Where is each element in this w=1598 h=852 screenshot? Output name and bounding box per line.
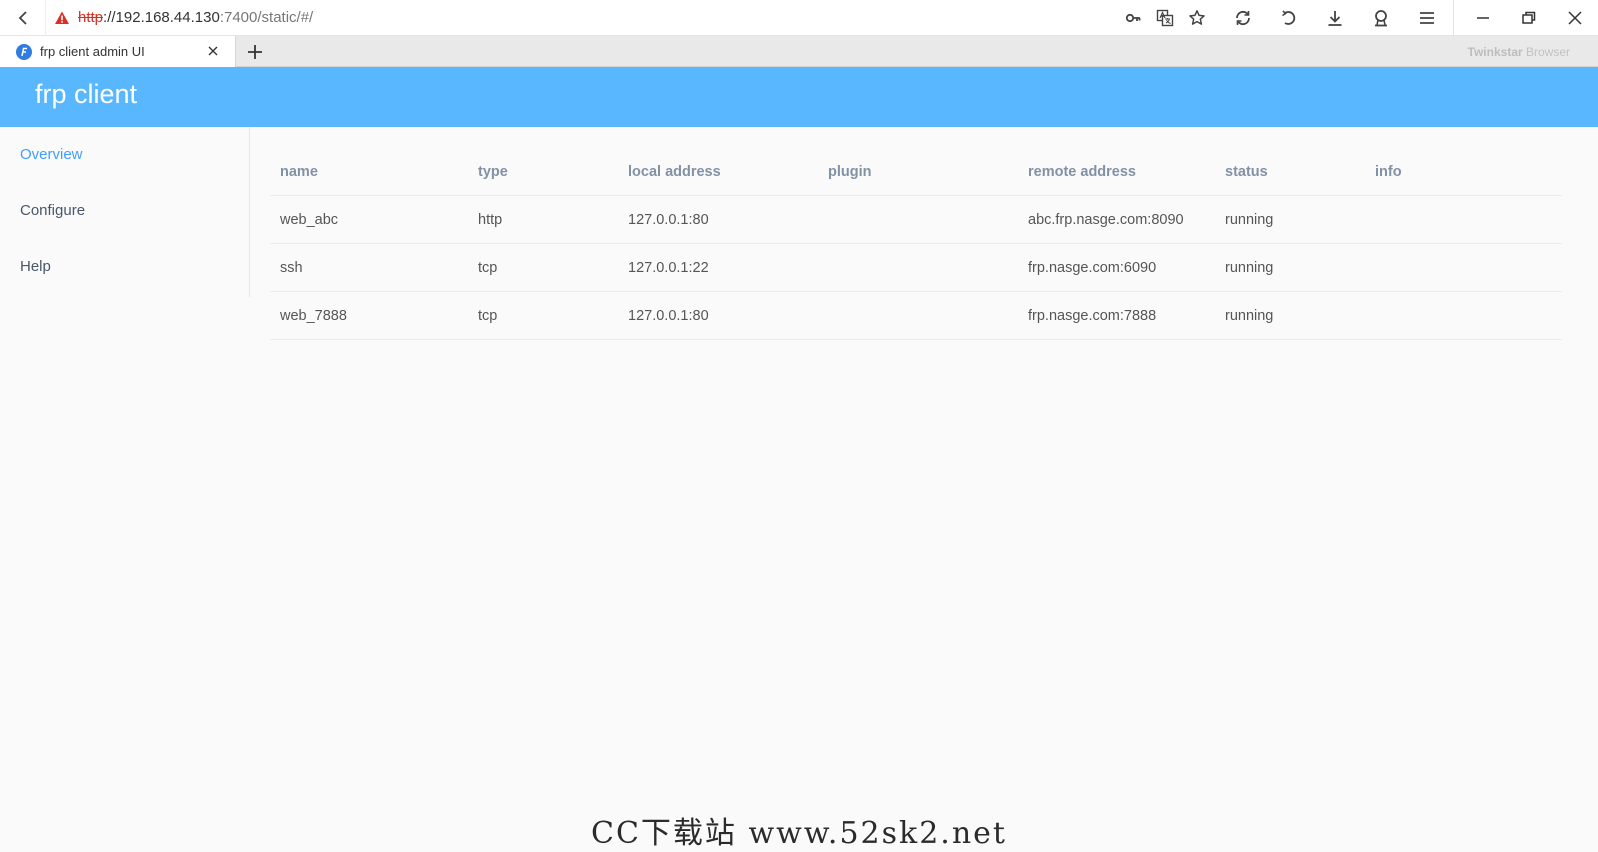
url-scheme: http [78,9,104,26]
menu-icon [1420,11,1434,24]
sidebar-item-overview[interactable]: Overview [0,127,249,183]
password-button[interactable] [1117,0,1149,36]
table-header-row: name type local address plugin remote ad… [270,148,1562,196]
url-separator: :// [103,9,116,26]
sync-button[interactable] [1227,0,1259,36]
tab-frp-client[interactable]: frp client admin UI [0,36,236,67]
cell-status: running [1225,211,1274,228]
url-host: 192.168.44.130 [115,9,220,26]
table-row[interactable]: web_abc http 127.0.0.1:80 abc.frp.nasge.… [270,196,1562,244]
table-row[interactable]: web_7888 tcp 127.0.0.1:80 frp.nasge.com:… [270,292,1562,340]
translate-icon [1156,9,1174,26]
app-header: frp client [0,67,1598,127]
cell-status: running [1225,259,1274,276]
table-row[interactable]: ssh tcp 127.0.0.1:22 frp.nasge.com:6090 … [270,244,1562,292]
column-header-local-address[interactable]: local address [618,164,818,180]
sidebar: Overview Configure Help [0,127,250,297]
url-field[interactable]: http://192.168.44.130:7400/static/#/ [46,9,313,26]
cell-local-address: 127.0.0.1:80 [628,307,709,324]
cell-status: running [1225,307,1274,324]
sidebar-item-help[interactable]: Help [0,239,249,295]
cell-name: ssh [280,259,303,276]
tab-strip: frp client admin UI Twinkstar Browser [0,36,1598,67]
plus-icon [248,45,262,59]
column-header-plugin[interactable]: plugin [818,164,1018,180]
cell-remote-address: frp.nasge.com:7888 [1028,307,1157,324]
app-title: frp client [35,79,138,109]
user-icon [1375,9,1387,26]
undo-icon [1282,9,1296,25]
restore-icon [1522,11,1536,24]
undo-close-button[interactable] [1273,0,1305,36]
warning-icon [55,11,69,24]
watermark: CC下载站 www.52sk2.net [591,816,1007,851]
browser-address-bar: http://192.168.44.130:7400/static/#/ [0,0,1598,36]
tab-title: frp client admin UI [40,44,145,59]
cell-remote-address: frp.nasge.com:6090 [1028,259,1157,276]
tab-close-icon [208,46,218,56]
cell-type: tcp [478,259,498,276]
cell-type: http [478,211,503,228]
browser-brand: Twinkstar Browser [1468,45,1570,59]
cell-name: web_7888 [280,307,347,324]
download-icon [1328,10,1342,26]
account-button[interactable] [1365,0,1397,36]
cell-type: tcp [478,307,498,324]
column-header-name[interactable]: name [270,164,468,180]
minimize-icon [1477,16,1489,19]
back-button[interactable] [0,0,46,36]
browser-toolbar [1117,0,1598,36]
column-header-status[interactable]: status [1215,164,1365,180]
cell-local-address: 127.0.0.1:80 [628,211,709,228]
tab-close-button[interactable] [205,43,221,59]
column-header-remote-address[interactable]: remote address [1018,164,1215,180]
back-icon [18,10,27,25]
window-close-icon [1568,10,1582,25]
brand-suffix: Browser [1522,45,1570,59]
translate-button[interactable] [1149,0,1181,36]
brand-name: Twinkstar [1467,45,1523,59]
cell-local-address: 127.0.0.1:22 [628,259,709,276]
refresh-icon [1236,10,1250,25]
key-icon [1125,13,1141,22]
cell-name: web_abc [280,211,339,228]
url-path: :7400/static/#/ [219,9,314,26]
proxy-table: name type local address plugin remote ad… [270,148,1562,340]
window-close-button[interactable] [1552,0,1598,36]
bookmark-button[interactable] [1181,0,1213,36]
download-button[interactable] [1319,0,1351,36]
favicon-icon [16,43,32,60]
minimize-button[interactable] [1460,0,1506,36]
cell-remote-address: abc.frp.nasge.com:8090 [1028,211,1184,228]
new-tab-button[interactable] [244,41,266,63]
restore-button[interactable] [1506,0,1552,36]
column-header-info[interactable]: info [1365,164,1562,180]
star-icon [1189,9,1205,25]
browser-menu-button[interactable] [1411,0,1443,36]
sidebar-item-configure[interactable]: Configure [0,183,249,239]
column-header-type[interactable]: type [468,164,618,180]
